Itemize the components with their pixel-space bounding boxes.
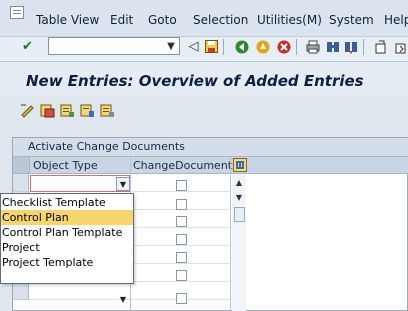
scroll-down-icon[interactable]: ▼ — [234, 192, 244, 202]
table-row-object-type[interactable] — [29, 282, 130, 300]
scroll-thumb[interactable] — [234, 207, 245, 222]
object-type-input[interactable] — [30, 175, 130, 192]
table-title: Activate Change Documents — [28, 140, 185, 153]
column-divider — [230, 157, 231, 311]
deselect-all-icon[interactable] — [100, 103, 115, 118]
change-documents-checkbox[interactable] — [176, 199, 187, 210]
row-selector[interactable] — [13, 174, 29, 192]
dropdown-option[interactable]: Control Plan Template — [1, 225, 133, 240]
menu-edit[interactable]: Edit — [110, 13, 133, 27]
table-settings-icon[interactable] — [233, 158, 247, 172]
previous-page-icon[interactable] — [393, 39, 408, 54]
delete-icon[interactable] — [60, 103, 75, 118]
scroll-up-icon[interactable]: ▲ — [234, 177, 244, 187]
save-icon[interactable] — [204, 39, 219, 54]
back-green-icon[interactable] — [234, 39, 249, 54]
cancel-icon[interactable] — [276, 39, 291, 54]
back-icon[interactable]: ◁ — [186, 39, 201, 54]
change-documents-checkbox[interactable] — [176, 270, 187, 281]
find-icon[interactable] — [325, 39, 340, 54]
enter-icon[interactable]: ✔ — [20, 39, 35, 54]
chevron-down-icon[interactable]: ▼ — [164, 39, 178, 53]
system-menu-icon[interactable] — [10, 6, 24, 19]
row-selector[interactable] — [13, 282, 29, 300]
change-documents-checkbox[interactable] — [176, 234, 187, 245]
column-header-object-type[interactable]: Object Type — [33, 159, 98, 172]
dropdown-option-highlighted[interactable]: Control Plan — [1, 210, 133, 225]
select-all-icon[interactable] — [80, 103, 95, 118]
exit-icon[interactable] — [255, 39, 270, 54]
menu-table-view[interactable]: Table View — [36, 13, 99, 27]
command-field[interactable] — [48, 37, 180, 55]
toolbar-separator — [296, 39, 297, 55]
menu-system[interactable]: System — [329, 13, 374, 27]
menu-selection[interactable]: Selection — [193, 13, 248, 27]
first-page-icon[interactable] — [373, 39, 388, 54]
change-documents-checkbox[interactable] — [176, 180, 187, 191]
dropdown-option[interactable]: Project — [1, 240, 133, 255]
chevron-down-icon[interactable]: ▼ — [116, 177, 130, 191]
find-next-icon[interactable] — [343, 39, 358, 54]
select-all-rows-button[interactable] — [13, 157, 30, 173]
change-documents-checkbox[interactable] — [176, 216, 187, 227]
change-documents-checkbox[interactable] — [176, 293, 187, 304]
column-header-change-documents[interactable]: ChangeDocuments — [133, 159, 238, 172]
menu-utilities[interactable]: Utilities(M) — [257, 13, 322, 27]
page-title: New Entries: Overview of Added Entries — [26, 72, 364, 90]
change-documents-checkbox[interactable] — [176, 252, 187, 263]
menu-goto[interactable]: Goto — [148, 13, 177, 27]
toolbar-separator — [223, 39, 224, 55]
print-icon[interactable] — [305, 39, 320, 54]
edit-icon[interactable] — [20, 103, 35, 118]
chevron-down-icon[interactable]: ▼ — [116, 292, 130, 306]
dropdown-option[interactable]: Project Template — [1, 255, 133, 270]
toolbar-separator — [363, 39, 364, 55]
dropdown-option[interactable]: Checklist Template — [1, 195, 133, 210]
copy-entry-icon[interactable] — [40, 103, 55, 118]
menu-help[interactable]: Help — [384, 13, 408, 27]
